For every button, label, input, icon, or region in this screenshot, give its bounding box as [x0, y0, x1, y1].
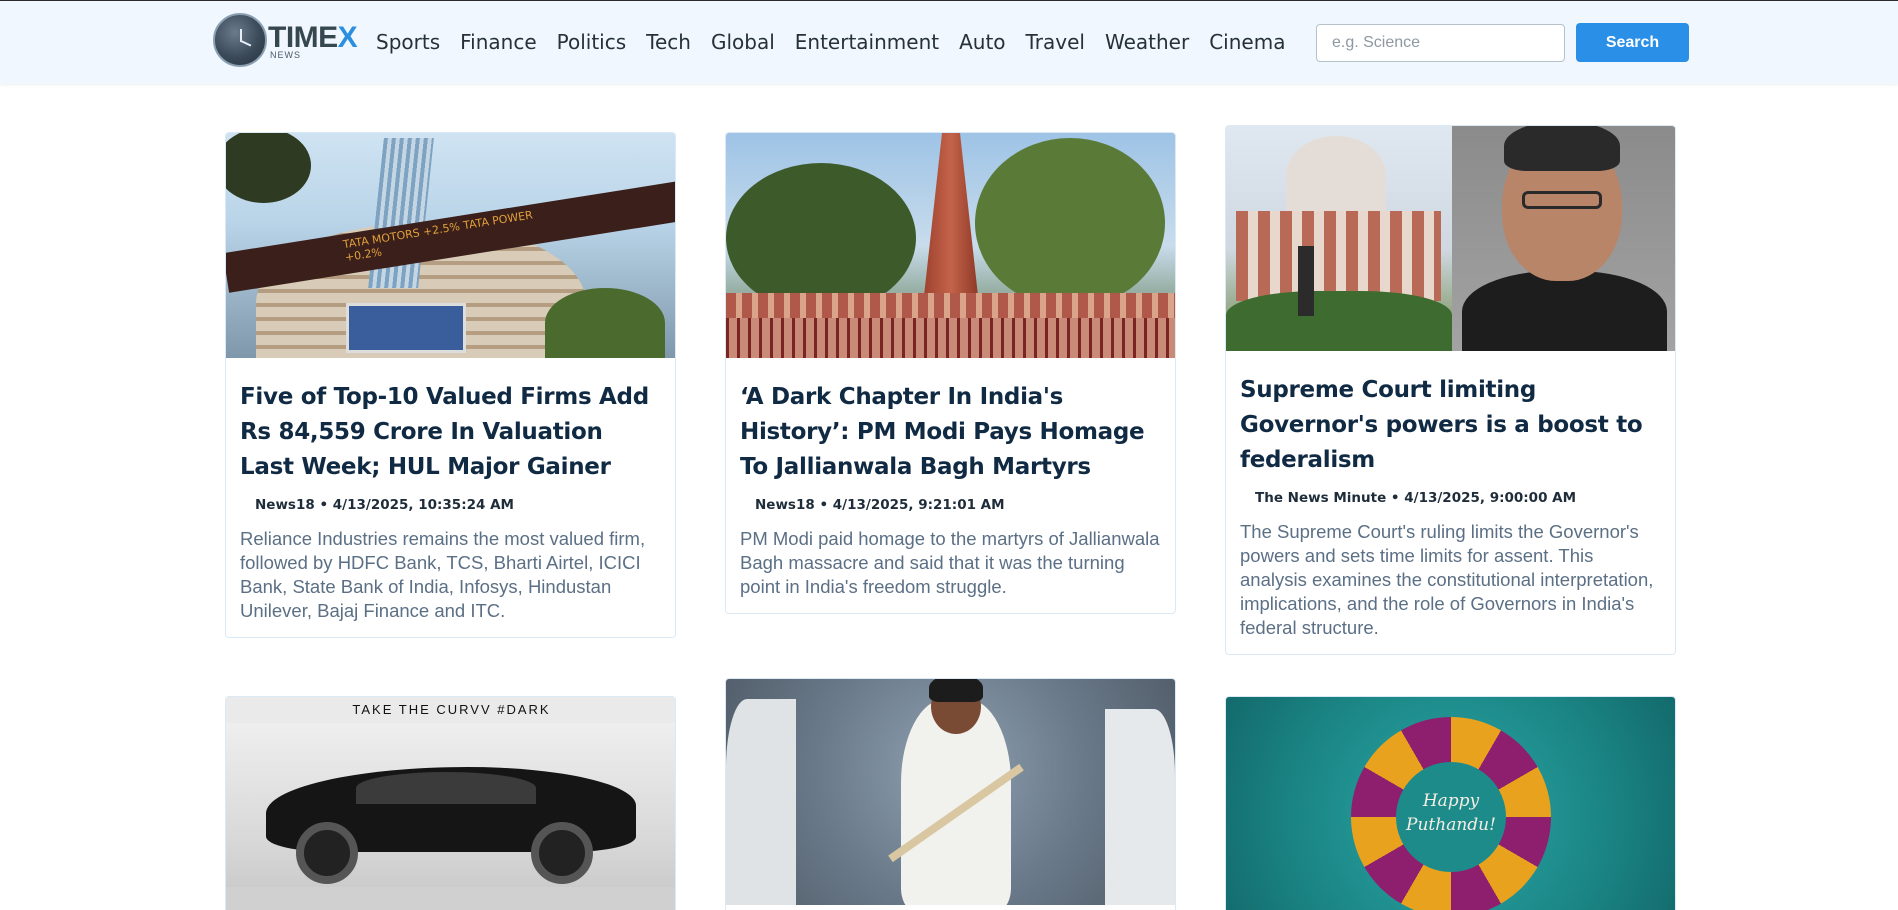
article-card-6[interactable]: Happy Puthandu!	[1225, 696, 1676, 910]
ad-banner: TAKE THE CURVV #DARK	[226, 697, 675, 723]
article-card-2[interactable]: ‘A Dark Chapter In India's History’: PM …	[725, 132, 1176, 614]
nav-item-entertainment[interactable]: Entertainment	[795, 27, 939, 57]
article-image[interactable]: Happy Puthandu!	[1226, 697, 1675, 910]
article-description: The Supreme Court's ruling limits the Go…	[1240, 521, 1654, 638]
nav-item-global[interactable]: Global	[711, 27, 775, 57]
nav-item-politics[interactable]: Politics	[557, 27, 627, 57]
article-title[interactable]: Supreme Court limiting Governor's powers…	[1240, 373, 1661, 478]
nav-item-weather[interactable]: Weather	[1105, 27, 1189, 57]
nav-item-cinema[interactable]: Cinema	[1209, 27, 1285, 57]
nav-item-travel[interactable]: Travel	[1026, 27, 1085, 57]
category-nav: Sports Finance Politics Tech Global Ente…	[376, 27, 1285, 57]
article-title[interactable]: ‘A Dark Chapter In India's History’: PM …	[740, 380, 1161, 485]
article-meta: News18 • 4/13/2025, 9:21:01 AM	[755, 497, 1005, 513]
article-meta: News18 • 4/13/2025, 10:35:24 AM	[255, 497, 514, 513]
search-input[interactable]	[1316, 24, 1565, 62]
search-button[interactable]: Search	[1576, 23, 1689, 62]
nav-item-sports[interactable]: Sports	[376, 27, 440, 57]
article-card-4[interactable]: TAKE THE CURVV #DARK	[225, 696, 676, 910]
clock-icon	[213, 13, 267, 67]
article-meta: The News Minute • 4/13/2025, 9:00:00 AM	[1255, 490, 1577, 506]
nav-item-auto[interactable]: Auto	[959, 27, 1005, 57]
article-image[interactable]	[726, 679, 1175, 905]
article-title[interactable]: Five of Top-10 Valued Firms Add Rs 84,55…	[240, 380, 661, 485]
article-description: PM Modi paid homage to the martyrs of Ja…	[740, 528, 1160, 597]
nav-item-tech[interactable]: Tech	[646, 27, 691, 57]
article-card-3[interactable]: Supreme Court limiting Governor's powers…	[1225, 125, 1676, 655]
article-image[interactable]	[726, 133, 1175, 358]
article-image[interactable]: TAKE THE CURVV #DARK	[226, 697, 675, 910]
top-navbar: TIMEX NEWS Sports Finance Politics Tech …	[0, 0, 1898, 84]
article-image[interactable]: TATA MOTORS +2.5% TATA POWER +0.2%	[226, 133, 675, 358]
logo-subtitle: NEWS	[270, 50, 301, 60]
nav-item-finance[interactable]: Finance	[460, 27, 537, 57]
article-card-5[interactable]	[725, 678, 1176, 910]
article-description: Reliance Industries remains the most val…	[240, 528, 646, 621]
greeting-text: Happy Puthandu!	[1406, 791, 1496, 835]
article-image[interactable]	[1226, 126, 1675, 351]
timex-logo[interactable]: TIMEX NEWS	[213, 13, 363, 69]
article-card-1[interactable]: TATA MOTORS +2.5% TATA POWER +0.2% Five …	[225, 132, 676, 638]
